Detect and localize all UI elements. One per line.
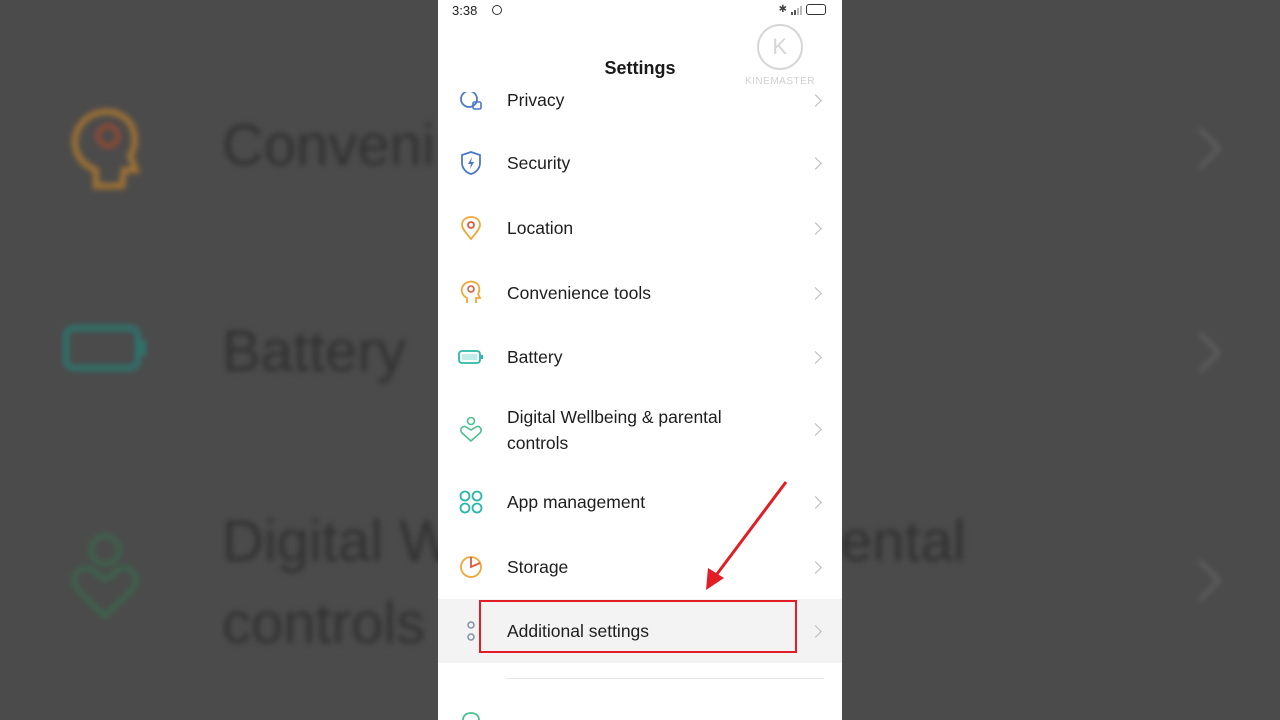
bg-label-ental: ental: [840, 509, 966, 574]
battery-icon-bg: [63, 325, 146, 371]
settings-item-label: Location: [507, 218, 574, 238]
bg-chevron-icon: [1179, 559, 1222, 602]
bg-label-battery: Battery: [222, 319, 406, 384]
signal-icon: [791, 5, 802, 15]
status-icons: ✱: [779, 4, 826, 15]
app-grid-icon: [459, 490, 483, 514]
settings-item-label: Convenience tools: [507, 283, 651, 303]
annotation-arrow-icon: [706, 481, 788, 590]
next-item-icon-partial: [462, 712, 480, 720]
head-gear-icon: [460, 280, 482, 303]
watermark-text: KINEMASTER: [744, 76, 815, 87]
settings-item-battery[interactable]: Battery: [438, 325, 842, 389]
settings-item-label: Security: [507, 153, 571, 173]
chevron-right-icon: [809, 423, 822, 436]
settings-item-label-line2: controls: [507, 433, 569, 453]
status-time: 3:38: [452, 3, 478, 18]
settings-item-digital-wellbeing[interactable]: Digital Wellbeing & parental controls: [438, 390, 842, 470]
bg-label-convenience: Conveni: [222, 113, 435, 178]
chevron-right-icon: [809, 157, 822, 170]
head-gear-icon-bg: [72, 108, 141, 189]
shield-icon: [461, 151, 481, 175]
watermark: K KINEMASTER: [738, 24, 822, 87]
chevron-right-icon: [809, 287, 822, 300]
settings-item-label-line1: Digital Wellbeing & parental: [507, 407, 722, 427]
bg-chevron-icon: [1179, 331, 1222, 374]
wellbeing-icon-bg: [71, 533, 139, 620]
bg-label-controls: controls: [222, 591, 426, 656]
battery-status-icon: [806, 4, 826, 15]
highlight-box: [479, 600, 797, 653]
section-divider: [506, 678, 824, 679]
chevron-right-icon: [809, 496, 822, 509]
settings-item-convenience-tools[interactable]: Convenience tools: [438, 260, 842, 325]
battery-icon: [458, 350, 483, 364]
storage-pie-icon: [460, 556, 482, 578]
chevron-right-icon: [809, 351, 822, 364]
chevron-right-icon: [809, 222, 822, 235]
chevron-right-icon: [809, 561, 822, 574]
chevron-right-icon: [809, 94, 822, 107]
settings-item-label: Storage: [507, 557, 569, 577]
chevron-right-icon: [809, 625, 822, 638]
notification-icon: [492, 5, 502, 15]
settings-item-label: Battery: [507, 347, 563, 367]
watermark-logo: K: [757, 24, 803, 70]
vibrate-icon: ✱: [778, 4, 787, 15]
bg-label-digital: Digital W: [222, 509, 455, 574]
settings-item-security[interactable]: Security: [438, 131, 842, 195]
settings-item-label: App management: [507, 492, 646, 512]
location-pin-icon: [461, 216, 481, 241]
settings-item-location[interactable]: Location: [438, 195, 842, 260]
bg-chevron-icon: [1179, 127, 1222, 170]
status-bar: 3:38 ✱: [438, 0, 842, 22]
wellbeing-icon: [460, 416, 482, 442]
